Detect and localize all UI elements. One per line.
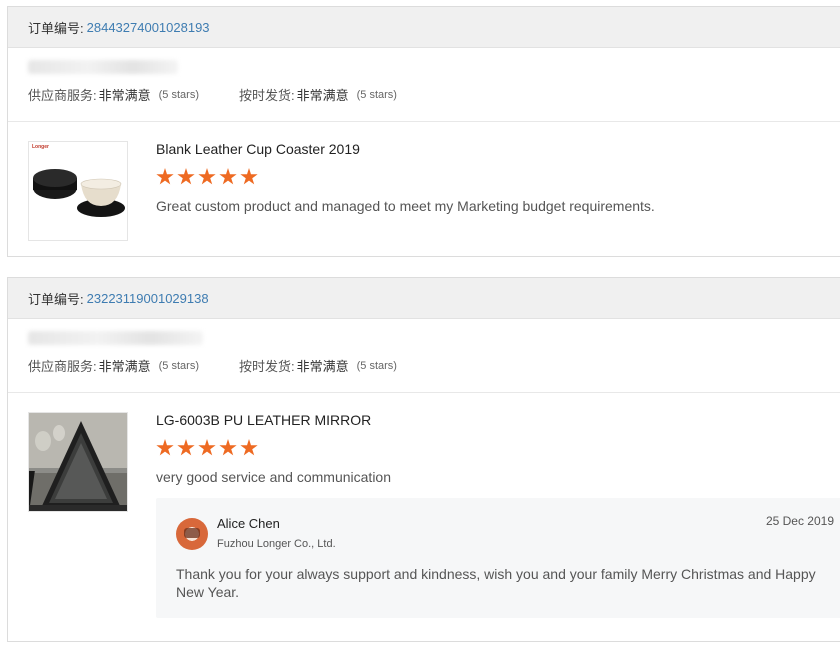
order-number-link[interactable]: 28443274001028193 xyxy=(87,20,210,35)
star-icon xyxy=(219,439,237,456)
buyer-name-blurred xyxy=(28,60,178,74)
shipment-stars: (5 stars) xyxy=(356,359,397,372)
review-card: 订单编号: 28443274001028193 供应商服务: 非常满意 (5 s… xyxy=(7,6,840,257)
seller-company: Fuzhou Longer Co., Ltd. xyxy=(217,538,336,550)
star-icon xyxy=(240,168,258,185)
supplier-ratings: 供应商服务: 非常满意 (5 stars) 按时发货: 非常满意 (5 star… xyxy=(28,356,397,375)
review-comment: Great custom product and managed to meet… xyxy=(156,198,655,214)
supplier-service-stars: (5 stars) xyxy=(158,88,199,101)
seller-reply: Alice Chen Fuzhou Longer Co., Ltd. 25 De… xyxy=(156,498,840,618)
shipment-stars: (5 stars) xyxy=(356,88,397,101)
coaster-product-image: Longer xyxy=(29,142,127,240)
supplier-service-stars: (5 stars) xyxy=(158,359,199,372)
star-icon xyxy=(198,439,216,456)
review-card: 订单编号: 23223119001029138 供应商服务: 非常满意 (5 s… xyxy=(7,277,840,642)
product-title[interactable]: LG-6003B PU LEATHER MIRROR xyxy=(156,412,371,428)
mirror-product-image xyxy=(29,413,127,511)
product-thumbnail[interactable] xyxy=(28,412,128,512)
product-title[interactable]: Blank Leather Cup Coaster 2019 xyxy=(156,141,360,157)
shipment-value: 非常满意 xyxy=(296,88,349,103)
seller-name: Alice Chen xyxy=(217,516,280,531)
buyer-name-blurred xyxy=(28,331,203,345)
order-number-label: 订单编号: xyxy=(28,291,84,307)
star-icon xyxy=(240,439,258,456)
order-header: 订单编号: 28443274001028193 xyxy=(8,7,840,48)
brand-logo-text: Longer xyxy=(32,144,49,150)
star-icon xyxy=(198,168,216,185)
review-comment: very good service and communication xyxy=(156,469,392,485)
order-number-label: 订单编号: xyxy=(28,20,84,36)
star-icon xyxy=(156,439,174,456)
product-star-rating xyxy=(156,168,258,186)
supplier-service-label: 供应商服务: xyxy=(28,88,97,103)
shipment-label: 按时发货: xyxy=(238,359,295,374)
star-icon xyxy=(219,168,237,185)
buyer-rating-row: 供应商服务: 非常满意 (5 stars) 按时发货: 非常满意 (5 star… xyxy=(8,48,840,122)
supplier-service-value: 非常满意 xyxy=(98,88,151,103)
product-thumbnail[interactable]: Longer xyxy=(28,141,128,241)
seller-avatar xyxy=(176,518,208,550)
shipment-label: 按时发货: xyxy=(238,88,295,103)
star-icon xyxy=(177,168,195,185)
supplier-service-value: 非常满意 xyxy=(98,359,151,374)
reply-date: 25 Dec 2019 xyxy=(765,514,834,528)
reply-text: Thank you for your always support and ki… xyxy=(176,566,816,600)
star-icon xyxy=(156,168,174,185)
shipment-value: 非常满意 xyxy=(296,359,349,374)
order-number-link[interactable]: 23223119001029138 xyxy=(87,291,209,306)
product-star-rating xyxy=(156,439,258,457)
buyer-rating-row: 供应商服务: 非常满意 (5 stars) 按时发货: 非常满意 (5 star… xyxy=(8,319,840,393)
star-icon xyxy=(177,439,195,456)
order-header: 订单编号: 23223119001029138 xyxy=(8,278,840,319)
supplier-service-label: 供应商服务: xyxy=(28,359,97,374)
supplier-ratings: 供应商服务: 非常满意 (5 stars) 按时发货: 非常满意 (5 star… xyxy=(28,85,397,104)
